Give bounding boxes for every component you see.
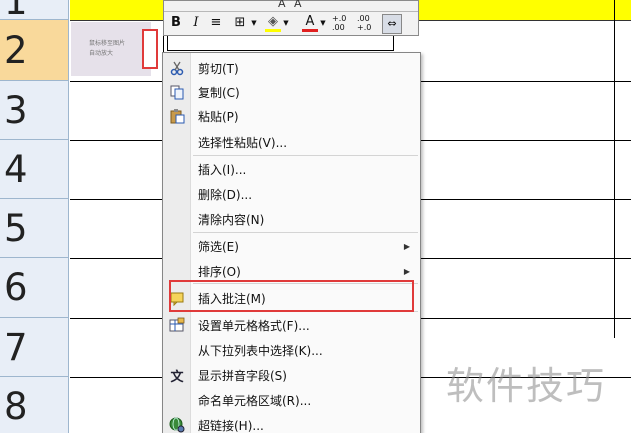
menu-item-copy[interactable]: 复制(C) <box>163 80 420 104</box>
menu-item-label: 粘贴(P) <box>198 109 239 124</box>
fill-dropdown-icon[interactable]: ▼ <box>282 14 290 32</box>
font-color-button[interactable]: A <box>302 14 318 32</box>
menu-item-label: 从下拉列表中选择(K)... <box>198 343 323 358</box>
row-number: 6 <box>4 266 28 309</box>
row-header-7[interactable]: 7 <box>0 318 69 377</box>
watermark: 软件技巧 <box>446 364 607 408</box>
row-header-2[interactable]: 2 <box>0 20 69 81</box>
bold-button[interactable]: B <box>169 14 183 32</box>
paste-icon <box>169 108 185 124</box>
font-color-dropdown-icon[interactable]: ▼ <box>319 14 327 32</box>
row-number: 3 <box>4 88 28 132</box>
cell-image-thumbnail[interactable]: 鼠标移至图片 自动放大 <box>71 22 151 76</box>
menu-item-label: 设置单元格格式(F)... <box>198 318 310 333</box>
copy-icon <box>169 84 185 100</box>
merge-cells-button[interactable]: ⇔ <box>382 14 402 34</box>
selected-cell-highlight[interactable] <box>142 29 158 69</box>
phonetic-icon: 文 <box>170 369 184 385</box>
menu-item-filter[interactable]: 筛选(E) ▶ <box>163 234 420 258</box>
menu-item-paste-special[interactable]: 选择性粘贴(V)... <box>163 130 420 154</box>
cell-edit-box[interactable] <box>167 36 394 51</box>
row-header-3[interactable]: 3 <box>0 81 69 140</box>
menu-item-define-name[interactable]: 命名单元格区域(R)... <box>163 388 420 412</box>
spreadsheet-view: 1 2 3 4 5 6 7 8 鼠标移至图片 自动放大 A A B I ≡ ⊞ … <box>0 0 631 433</box>
fill-color-button[interactable]: ◈ <box>265 14 281 32</box>
menu-item-pick-from-list[interactable]: 从下拉列表中选择(K)... <box>163 338 420 362</box>
row-number: 5 <box>4 206 28 250</box>
menu-item-paste[interactable]: 粘贴(P) <box>163 104 420 128</box>
insert-comment-highlight <box>169 280 414 312</box>
row-header-6[interactable]: 6 <box>0 258 69 318</box>
menu-item-hyperlink[interactable]: 超链接(H)... <box>163 413 420 433</box>
thumbnail-text: 鼠标移至图片 <box>89 40 126 47</box>
menu-item-label: 插入(I)... <box>198 162 247 177</box>
row-number: 8 <box>4 385 28 428</box>
mini-toolbar-font-row: A A <box>164 0 418 12</box>
border-dropdown-icon[interactable]: ▼ <box>250 14 258 32</box>
menu-item-clear-contents[interactable]: 清除内容(N) <box>163 207 420 231</box>
row-number: 4 <box>4 147 28 191</box>
thumbnail-text: 自动放大 <box>89 50 114 57</box>
format-cells-icon <box>169 317 185 333</box>
column-gridline <box>614 0 615 338</box>
hyperlink-icon <box>169 417 185 433</box>
shrink-font-button[interactable]: A <box>294 0 302 10</box>
menu-item-label: 清除内容(N) <box>198 212 265 227</box>
submenu-arrow-icon: ▶ <box>403 266 410 276</box>
grow-font-button[interactable]: A <box>278 0 286 10</box>
scissors-icon <box>169 60 185 76</box>
menu-item-delete[interactable]: 删除(D)... <box>163 182 420 206</box>
row-header-5[interactable]: 5 <box>0 199 69 258</box>
menu-item-label: 删除(D)... <box>198 187 253 202</box>
menu-item-label: 复制(C) <box>198 85 240 100</box>
align-center-button[interactable]: ≡ <box>208 14 224 32</box>
row-header-8[interactable]: 8 <box>0 377 69 433</box>
menu-item-label: 剪切(T) <box>198 61 239 76</box>
row-number: 2 <box>4 28 28 72</box>
italic-button[interactable]: I <box>189 14 203 32</box>
decrease-decimal-button[interactable]: .00 +.0 <box>357 14 379 32</box>
submenu-arrow-icon: ▶ <box>403 241 410 251</box>
context-menu: 剪切(T) 复制(C) 粘贴(P) 选择性粘贴(V)... 插入(I)... 删… <box>162 52 421 433</box>
menu-item-label: 选择性粘贴(V)... <box>198 135 288 150</box>
menu-item-label: 显示拼音字段(S) <box>198 368 287 383</box>
menu-item-label: 排序(O) <box>198 264 241 279</box>
border-button[interactable]: ⊞ <box>231 14 249 32</box>
menu-item-cut[interactable]: 剪切(T) <box>163 56 420 80</box>
menu-separator <box>193 232 418 233</box>
mini-toolbar: A A B I ≡ ⊞ ▼ ◈ ▼ A ▼ +.0 .00 .00 +.0 ⇔ <box>163 0 419 36</box>
menu-item-insert[interactable]: 插入(I)... <box>163 157 420 181</box>
menu-item-show-phonetic[interactable]: 文 显示拼音字段(S) <box>163 363 420 387</box>
menu-separator <box>193 155 418 156</box>
row-header-4[interactable]: 4 <box>0 140 69 199</box>
row-number: 7 <box>4 325 28 369</box>
menu-item-label: 超链接(H)... <box>198 418 264 433</box>
increase-decimal-button[interactable]: +.0 .00 <box>332 14 354 32</box>
menu-item-format-cells[interactable]: 设置单元格格式(F)... <box>163 313 420 337</box>
menu-item-label: 筛选(E) <box>198 239 239 254</box>
row-header-1[interactable]: 1 <box>0 0 69 23</box>
menu-item-label: 命名单元格区域(R)... <box>198 393 312 408</box>
